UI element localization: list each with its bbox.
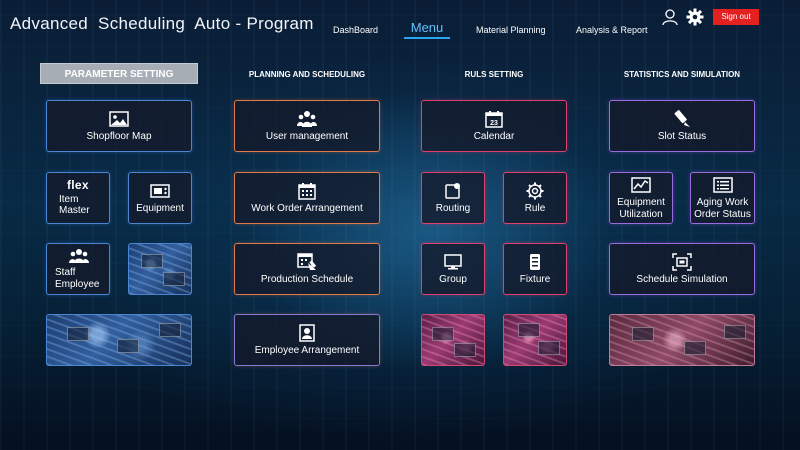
- list-icon: [712, 176, 733, 194]
- tile-employee-arrangement[interactable]: Employee Arrangement: [234, 314, 380, 366]
- image-icon: [109, 110, 129, 128]
- circuit-board-image-pink: [421, 314, 485, 366]
- tile-rule[interactable]: Rule: [503, 172, 567, 224]
- tile-label: Fixture: [519, 273, 551, 285]
- tile-label: Employee Arrangement: [254, 344, 360, 356]
- tile-equipment[interactable]: Equipment: [128, 172, 192, 224]
- flex-logo-text: flex: [67, 178, 89, 193]
- tile-staff-employee[interactable]: Staff Employee: [46, 243, 110, 295]
- tile-production-schedule[interactable]: Production Schedule: [234, 243, 380, 295]
- tile-label-line2: Master: [59, 205, 90, 217]
- tile-user-management[interactable]: User management: [234, 100, 380, 152]
- tile-label: Rule: [524, 202, 546, 214]
- app-title: Advanced Scheduling Auto - Program: [10, 14, 314, 33]
- circuit-board-image-pink-2: [503, 314, 567, 366]
- tile-schedule-simulation[interactable]: Schedule Simulation: [609, 243, 755, 295]
- tile-label: Schedule Simulation: [636, 273, 728, 285]
- tile-label: Slot Status: [657, 130, 707, 142]
- tile-label: Work Order Arrangement: [251, 202, 363, 214]
- nav-menu[interactable]: Menu: [404, 20, 450, 35]
- tile-label-line2: Utilization: [619, 208, 663, 220]
- nav-dashboard[interactable]: DashBoard: [333, 25, 378, 35]
- tile-slot-status[interactable]: Slot Status: [609, 100, 755, 152]
- section-title-statistics[interactable]: STATISTICS AND SIMULATION: [609, 70, 755, 79]
- gear-icon[interactable]: [686, 8, 704, 26]
- tile-label: Equipment: [136, 202, 184, 214]
- tile-label-line1: Item: [59, 193, 79, 205]
- calendar-grid-icon: [297, 182, 317, 200]
- tile-routing[interactable]: Routing: [421, 172, 485, 224]
- tile-label-line1: Equipment: [617, 197, 665, 208]
- tile-label-line1: Staff: [55, 267, 76, 278]
- id-badge-icon: [297, 324, 317, 342]
- tile-label-line2: Order Status: [694, 208, 751, 220]
- tile-calendar[interactable]: 23 Calendar: [421, 100, 567, 152]
- nav-material-planning[interactable]: Material Planning: [476, 25, 546, 35]
- people-icon: [69, 248, 89, 266]
- tile-aging-work-order-status[interactable]: Aging Work Order Status: [690, 172, 755, 224]
- circuit-board-image: [128, 243, 192, 295]
- gear-icon: [525, 182, 545, 200]
- users-icon: [297, 110, 317, 128]
- chart-icon: [631, 176, 651, 194]
- tile-label: Routing: [435, 202, 471, 214]
- sign-out-button[interactable]: Sign out: [713, 9, 759, 25]
- tile-label-line1: Aging Work: [696, 197, 749, 208]
- monitor-icon: [443, 253, 463, 271]
- schedule-icon: [297, 253, 317, 271]
- section-title-rules[interactable]: RULS SETTING: [421, 70, 567, 79]
- tile-work-order-arrangement[interactable]: Work Order Arrangement: [234, 172, 380, 224]
- calendar-day-number: 23: [490, 120, 498, 127]
- nav-analysis-report[interactable]: Analysis & Report: [576, 25, 648, 35]
- fixture-icon: [525, 253, 545, 271]
- tile-shopfloor-map[interactable]: Shopfloor Map: [46, 100, 192, 152]
- user-icon[interactable]: [661, 8, 679, 26]
- tile-fixture[interactable]: Fixture: [503, 243, 567, 295]
- tile-label: User management: [265, 130, 349, 142]
- circuit-board-image-wide: [46, 314, 192, 366]
- tile-group[interactable]: Group: [421, 243, 485, 295]
- pen-icon: [672, 109, 692, 128]
- tile-label: Group: [439, 273, 467, 285]
- section-title-parameter[interactable]: PARAMETER SETTING: [40, 63, 198, 84]
- nav-active-indicator: [404, 37, 450, 39]
- tile-item-master[interactable]: flex Item Master: [46, 172, 110, 224]
- tile-label: Shopfloor Map: [86, 130, 152, 142]
- tile-label-line2: Employee: [55, 278, 100, 290]
- calendar-icon: 23: [484, 110, 504, 128]
- section-title-planning[interactable]: PLANNING AND SCHEDULING: [234, 70, 380, 79]
- equipment-icon: [150, 182, 170, 200]
- tile-label: Calendar: [473, 130, 515, 142]
- simulation-icon: [672, 253, 692, 271]
- tile-equipment-utilization[interactable]: Equipment Utilization: [609, 172, 673, 224]
- routing-icon: [443, 182, 463, 200]
- circuit-board-image-rose: [609, 314, 755, 366]
- tile-label: Production Schedule: [260, 273, 354, 285]
